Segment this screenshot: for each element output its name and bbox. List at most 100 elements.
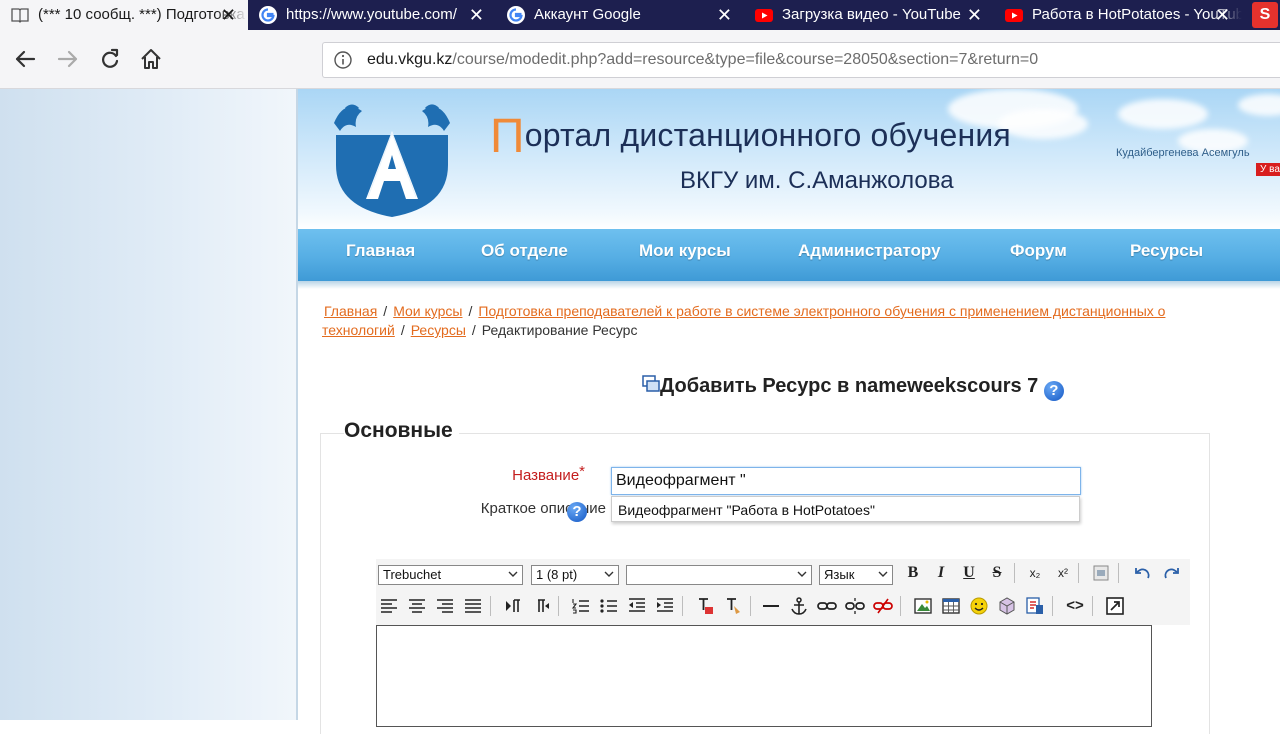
user-name-link[interactable]: Кудайбергенева Асемгуль — [1116, 147, 1250, 159]
editor-textarea[interactable] — [376, 625, 1152, 727]
insert-image-icon[interactable] — [912, 595, 934, 617]
italic-button[interactable]: I — [930, 562, 952, 584]
site-title: Портал дистанционного обучения — [490, 110, 1011, 163]
university-logo — [334, 104, 450, 217]
rtl-icon[interactable] — [530, 595, 552, 617]
indent-icon[interactable] — [654, 595, 676, 617]
ltr-icon[interactable] — [502, 595, 524, 617]
page-heading: Добавить Ресурс в nameweekscours 7 ? — [642, 375, 1064, 401]
underline-button[interactable]: U — [958, 562, 980, 584]
breadcrumb-my-courses[interactable]: Мои курсы — [393, 303, 462, 319]
editor-toolbar: Trebuchet 1 (8 pt) Язык B I U S x₂ x² <> — [376, 559, 1190, 625]
align-right-icon[interactable] — [434, 595, 456, 617]
help-icon[interactable]: ? — [1043, 381, 1064, 401]
user-badge[interactable]: У вас — [1256, 163, 1280, 176]
superscript-button[interactable]: x² — [1052, 562, 1074, 584]
strikethrough-button[interactable]: S — [986, 562, 1008, 584]
close-icon[interactable]: ✕ — [1215, 0, 1230, 30]
tab-label: Работа в HotPotatoes - YouTube — [1032, 6, 1242, 23]
clean-word-icon[interactable] — [1090, 562, 1112, 584]
menu-item-home[interactable]: Главная — [346, 229, 415, 273]
ordered-list-icon[interactable] — [570, 595, 592, 617]
forward-icon[interactable] — [53, 44, 83, 74]
tab-youtube-url[interactable]: https://www.youtube.com/ ✕ — [248, 0, 496, 30]
google-icon — [507, 6, 525, 24]
chevron-down-icon — [797, 571, 807, 577]
site-banner: Портал дистанционного обучения ВКГУ им. … — [298, 89, 1280, 229]
breadcrumb-current: Редактирование Ресурс — [481, 322, 638, 338]
unordered-list-icon[interactable] — [598, 595, 620, 617]
language-select[interactable]: Язык — [819, 565, 893, 585]
close-icon[interactable]: ✕ — [717, 0, 732, 30]
anchor-icon[interactable] — [788, 595, 810, 617]
browser-tabstrip: (*** 10 сообщ. ***) Подготовка ✕ https:/… — [0, 0, 1280, 30]
align-left-icon[interactable] — [378, 595, 400, 617]
fullscreen-icon[interactable] — [1104, 595, 1126, 617]
tab-course[interactable]: (*** 10 сообщ. ***) Подготовка ✕ — [0, 0, 248, 30]
nolink-icon[interactable] — [872, 595, 894, 617]
site-subtitle: ВКГУ им. С.Аманжолова — [680, 167, 954, 194]
subscript-button[interactable]: x₂ — [1024, 562, 1046, 584]
tab-hotpotatoes[interactable]: Работа в HotPotatoes - YouTube ✕ — [994, 0, 1242, 30]
autocomplete-suggestion[interactable]: Видеофрагмент "Работа в HotPotatoes" — [611, 496, 1080, 522]
breadcrumb-home[interactable]: Главная — [324, 303, 377, 319]
help-icon[interactable]: ? — [567, 502, 587, 522]
main-menu: Главная Об отделе Мои курсы Администрато… — [298, 229, 1280, 281]
menu-shadow — [298, 281, 1280, 289]
align-justify-icon[interactable] — [462, 595, 484, 617]
tab-label: Аккаунт Google — [534, 6, 641, 23]
back-icon[interactable] — [10, 44, 40, 74]
smiley-icon[interactable] — [968, 595, 990, 617]
google-icon — [259, 6, 277, 24]
text-color-icon[interactable] — [694, 595, 716, 617]
address-bar[interactable]: edu.vkgu.kz/course/modedit.php?add=resou… — [322, 42, 1280, 78]
unlink-icon[interactable] — [844, 595, 866, 617]
reload-icon[interactable] — [95, 44, 125, 74]
breadcrumb-resources[interactable]: Ресурсы — [411, 322, 466, 338]
menu-item-about[interactable]: Об отделе — [481, 229, 568, 273]
chevron-down-icon — [508, 571, 518, 577]
link-icon[interactable] — [816, 595, 838, 617]
search-replace-icon[interactable] — [1024, 595, 1046, 617]
tab-label: (*** 10 сообщ. ***) Подготовка — [38, 6, 245, 23]
name-input[interactable]: Видеофрагмент " — [611, 467, 1081, 495]
size-select[interactable]: 1 (8 pt) — [531, 565, 619, 585]
menu-item-resources[interactable]: Ресурсы — [1130, 229, 1203, 273]
name-label: Название* — [512, 463, 585, 484]
tab-google-account[interactable]: Аккаунт Google ✕ — [496, 0, 744, 30]
menu-item-my-courses[interactable]: Мои курсы — [639, 229, 731, 273]
undo-icon[interactable] — [1132, 562, 1154, 584]
url-domain: edu.vkgu.kz — [367, 51, 453, 68]
home-icon[interactable] — [136, 44, 166, 74]
menu-item-forum[interactable]: Форум — [1010, 229, 1067, 273]
page-content: Портал дистанционного обучения ВКГУ им. … — [296, 89, 1280, 734]
outdent-icon[interactable] — [626, 595, 648, 617]
chevron-down-icon — [604, 571, 614, 577]
horizontal-rule-icon[interactable] — [760, 595, 782, 617]
format-select[interactable] — [626, 565, 812, 585]
bold-button[interactable]: B — [902, 562, 924, 584]
special-chars-icon[interactable] — [996, 595, 1018, 617]
close-icon[interactable]: ✕ — [221, 0, 236, 30]
chevron-down-icon — [878, 571, 888, 577]
youtube-icon — [755, 9, 773, 22]
close-icon[interactable]: ✕ — [967, 0, 982, 30]
tab-label: https://www.youtube.com/ — [286, 6, 457, 23]
resource-icon — [642, 375, 660, 392]
menu-item-admin[interactable]: Администратору — [798, 229, 941, 273]
description-label: Краткое описание — [480, 500, 606, 517]
breadcrumb-course[interactable]: Подготовка преподавателей к работе в сис… — [478, 303, 1165, 319]
close-icon[interactable]: ✕ — [469, 0, 484, 30]
info-icon[interactable] — [333, 50, 353, 70]
insert-table-icon[interactable] — [940, 595, 962, 617]
tab-upload-video[interactable]: Загрузка видео - YouTube ✕ — [744, 0, 994, 30]
extension-s-icon[interactable]: S — [1252, 2, 1278, 28]
redo-icon[interactable] — [1160, 562, 1182, 584]
youtube-icon — [1005, 9, 1023, 22]
background-color-icon[interactable] — [722, 595, 744, 617]
tab-label: Загрузка видео - YouTube — [782, 6, 961, 23]
align-center-icon[interactable] — [406, 595, 428, 617]
breadcrumb-course-cont[interactable]: технологий — [322, 322, 395, 338]
font-select[interactable]: Trebuchet — [378, 565, 523, 585]
code-view-button[interactable]: <> — [1064, 595, 1086, 617]
